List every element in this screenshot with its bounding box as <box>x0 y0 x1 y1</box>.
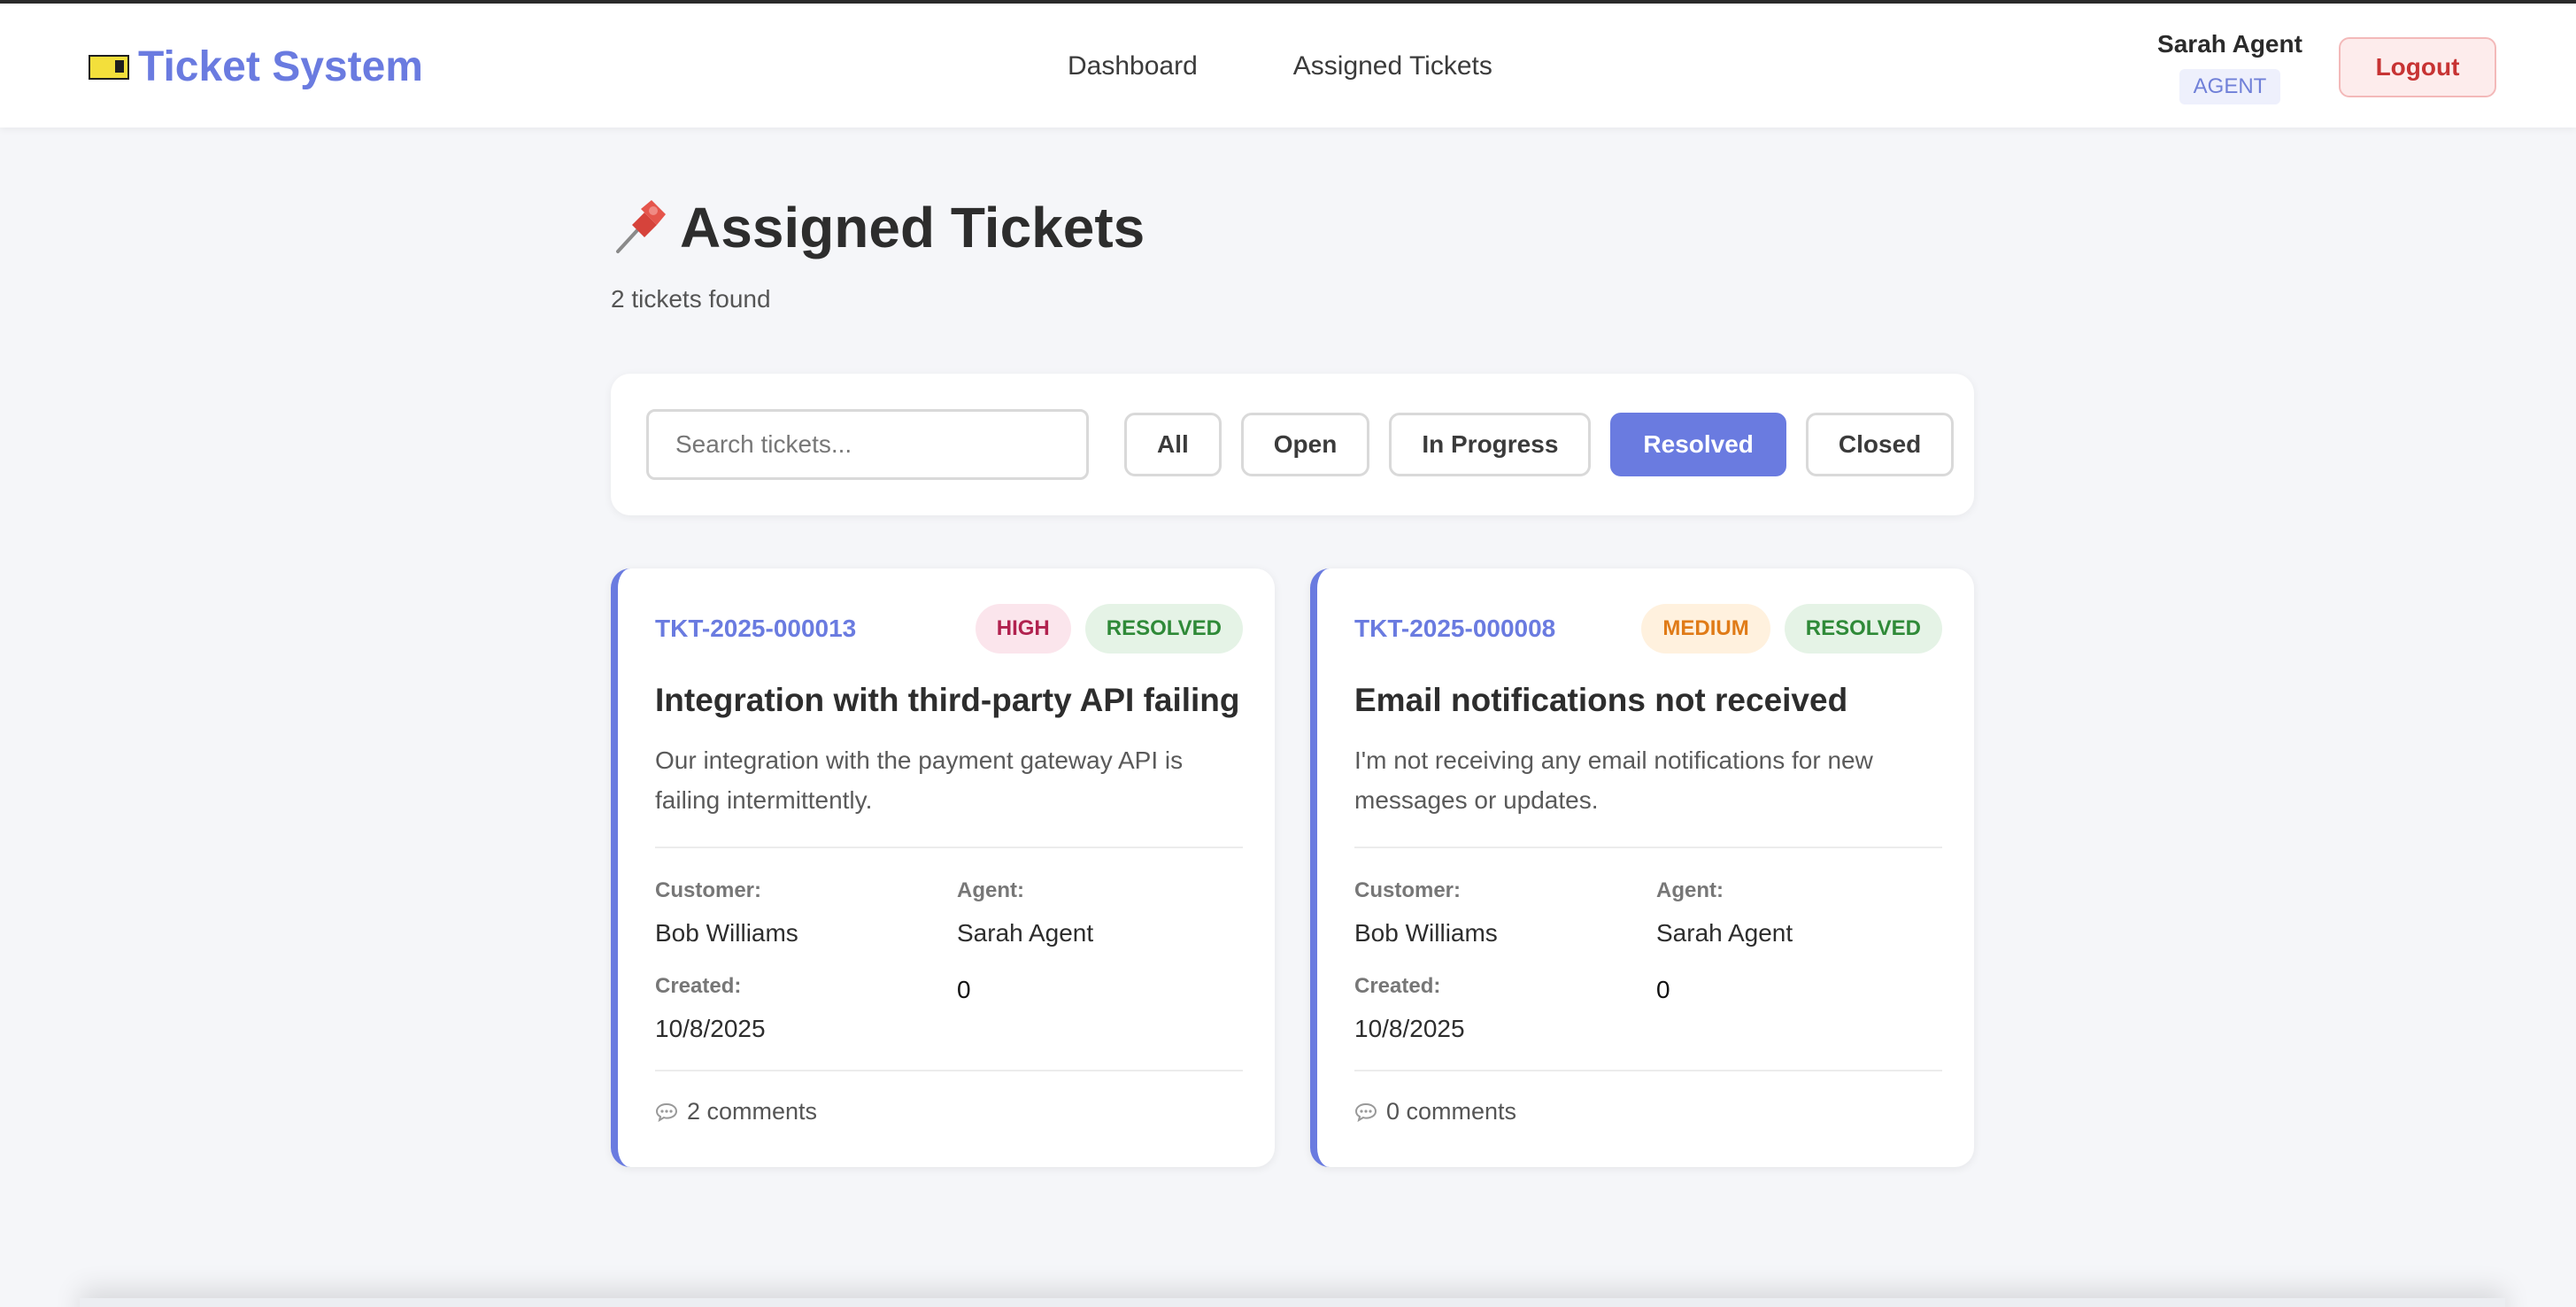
divider <box>1354 847 1942 848</box>
comments-text: 2 comments <box>687 1098 818 1125</box>
ticket-description: I'm not receiving any email notification… <box>1354 746 1873 814</box>
comments-text: 0 comments <box>1386 1098 1517 1125</box>
agent-value: Sarah Agent <box>1656 919 1793 947</box>
ticket-id[interactable]: TKT-2025-000008 <box>1354 615 1555 643</box>
ticket-icon <box>89 54 129 80</box>
brand-title: Ticket System <box>138 43 423 90</box>
ticket-title: Email notifications not received <box>1354 682 1848 718</box>
speech-bubble-icon <box>1354 1102 1377 1122</box>
ticket-count: 2 tickets found <box>611 285 771 313</box>
customer-label: Customer: <box>655 878 762 902</box>
agent-value: Sarah Agent <box>957 919 1094 947</box>
page-bottom-edge <box>80 1298 2505 1307</box>
customer-label: Customer: <box>1354 878 1462 902</box>
ticket-card-header: TKT-2025-000013 HIGH RESOLVED <box>655 604 1243 654</box>
ticket-extra-value: 0 <box>957 976 971 1003</box>
brand[interactable]: Ticket System <box>89 43 423 91</box>
customer-value: Bob Williams <box>655 919 798 947</box>
speech-bubble-icon <box>655 1102 678 1122</box>
navbar: Ticket System Dashboard Assigned Tickets… <box>0 4 2576 128</box>
user-role-badge: AGENT <box>2179 69 2281 104</box>
agent-label: Agent: <box>957 878 1024 902</box>
filter-panel: All Open In Progress Resolved Closed <box>611 374 1974 515</box>
nav-links: Dashboard Assigned Tickets <box>1068 51 1492 81</box>
filter-all-button[interactable]: All <box>1124 413 1222 476</box>
nav-link-dashboard[interactable]: Dashboard <box>1068 51 1198 81</box>
ticket-badges: MEDIUM RESOLVED <box>1641 604 1942 654</box>
ticket-title: Integration with third-party API failing <box>655 682 1240 718</box>
comments-count: 2 comments <box>655 1098 817 1125</box>
search-input[interactable] <box>646 409 1089 480</box>
filter-resolved-button[interactable]: Resolved <box>1610 413 1786 476</box>
logout-button[interactable]: Logout <box>2339 37 2496 97</box>
comments-count: 0 comments <box>1354 1098 1516 1125</box>
ticket-extra-value: 0 <box>1656 976 1670 1003</box>
created-value: 10/8/2025 <box>1354 1015 1465 1042</box>
ticket-card-header: TKT-2025-000008 MEDIUM RESOLVED <box>1354 604 1942 654</box>
user-info: Sarah Agent AGENT <box>2156 30 2303 104</box>
status-filters: All Open In Progress Resolved Closed <box>1124 413 1955 476</box>
ticket-badges: HIGH RESOLVED <box>975 604 1243 654</box>
agent-label: Agent: <box>1656 878 1724 902</box>
pushpin-icon <box>616 200 666 253</box>
ticket-card[interactable]: TKT-2025-000013 HIGH RESOLVED Integratio… <box>611 568 1275 1167</box>
ticket-card[interactable]: TKT-2025-000008 MEDIUM RESOLVED Email no… <box>1310 568 1974 1167</box>
nav-link-assigned-tickets[interactable]: Assigned Tickets <box>1293 51 1492 81</box>
divider <box>655 847 1243 848</box>
filter-open-button[interactable]: Open <box>1240 413 1370 476</box>
user-name: Sarah Agent <box>2157 30 2302 58</box>
page-heading: Assigned Tickets <box>680 196 1145 259</box>
filter-closed-button[interactable]: Closed <box>1805 413 1955 476</box>
ticket-id[interactable]: TKT-2025-000013 <box>655 615 856 643</box>
created-label: Created: <box>655 974 742 998</box>
page-title: Assigned Tickets <box>611 195 1145 260</box>
created-label: Created: <box>1354 974 1441 998</box>
status-badge: RESOLVED <box>1084 604 1243 654</box>
divider <box>1354 1070 1942 1071</box>
status-badge: RESOLVED <box>1784 604 1942 654</box>
divider <box>655 1070 1243 1071</box>
filter-in-progress-button[interactable]: In Progress <box>1389 413 1592 476</box>
priority-badge: HIGH <box>975 604 1071 654</box>
created-value: 10/8/2025 <box>655 1015 766 1042</box>
customer-value: Bob Williams <box>1354 919 1498 947</box>
priority-badge: MEDIUM <box>1641 604 1770 654</box>
ticket-description: Our integration with the payment gateway… <box>655 746 1184 814</box>
